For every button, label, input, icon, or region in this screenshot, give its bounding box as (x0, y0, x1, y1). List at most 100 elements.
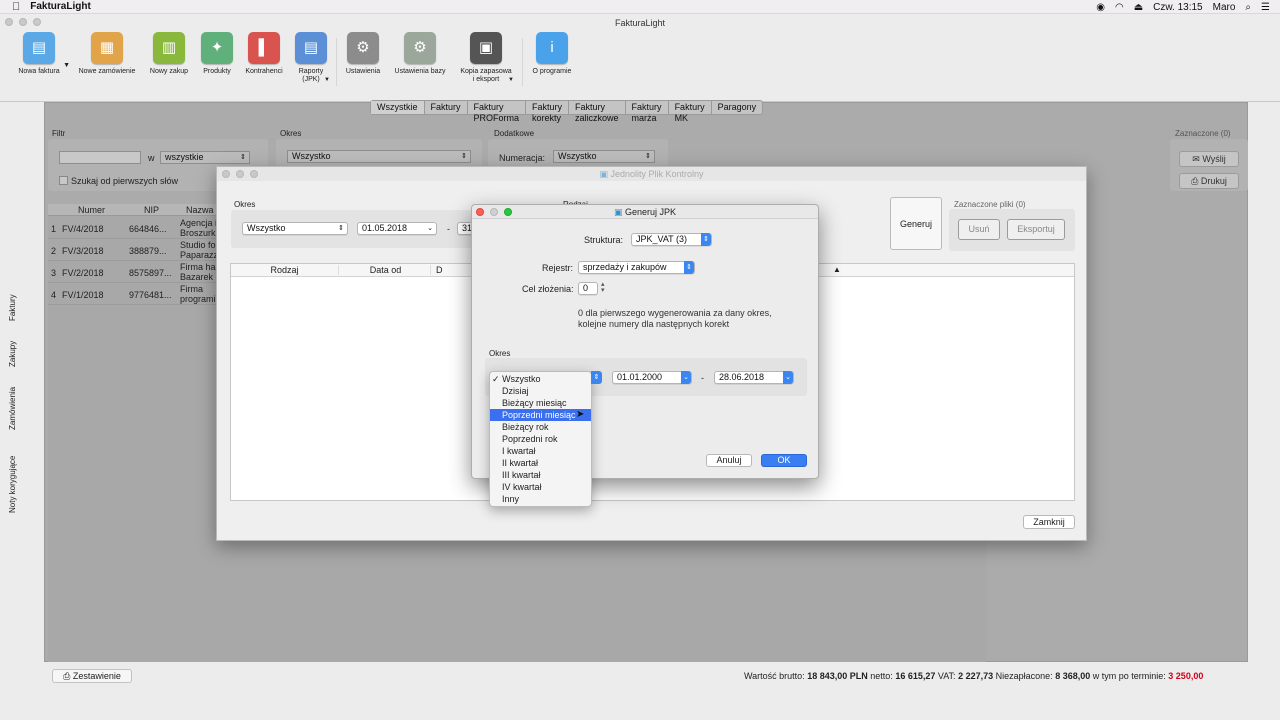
tab-marza[interactable]: Faktury marża (626, 101, 669, 123)
tab-korekty[interactable]: Faktury korekty (526, 101, 570, 123)
delete-button[interactable]: Usuń (958, 219, 1000, 240)
menu-item-today[interactable]: Dzisiaj (490, 385, 591, 397)
record-icon[interactable]: ◉ (1096, 2, 1105, 13)
toolbar-about[interactable]: i O programie (528, 32, 576, 76)
toolbar-database-settings[interactable]: ⚙ Ustawienia bazy (392, 32, 448, 76)
toolbar-new-order[interactable]: ▦ Nowe zamówienie (76, 32, 138, 76)
vat-label: VAT: (937, 671, 956, 681)
minimize-dialog-button[interactable] (490, 208, 498, 216)
col-rodzaj[interactable]: Rodzaj (231, 265, 339, 275)
app-menu[interactable]: FakturaLight (30, 1, 91, 12)
jpk-date-from[interactable]: 01.05.2018 ⌄ (357, 222, 437, 235)
tab-wszystkie[interactable]: Wszystkie (371, 101, 425, 114)
col-nip[interactable]: NIP (144, 205, 159, 215)
table-row[interactable]: 3 FV/2/2018 8575897... Firma ha Bazarek (48, 261, 218, 283)
close-button[interactable]: Zamknij (1023, 515, 1075, 529)
minimize-window-button[interactable] (236, 170, 244, 178)
updown-icon: ⇕ (701, 233, 711, 246)
toolbar-products[interactable]: ✦ Produkty (198, 32, 236, 76)
generate-button[interactable]: Generuj (890, 197, 942, 250)
menu-item-q3[interactable]: III kwartał (490, 469, 591, 481)
menu-item-q4[interactable]: IV kwartał (490, 481, 591, 493)
tab-proforma[interactable]: Faktury PROForma (468, 101, 527, 123)
print-button[interactable]: ⎙ Drukuj (1179, 173, 1239, 189)
filter-scope-select[interactable]: wszystkie ⇕ (160, 151, 250, 164)
okres-select[interactable]: Wszystko ⇕ (287, 150, 471, 163)
dodatkowe-label: Dodatkowe (494, 129, 535, 138)
menu-item-other[interactable]: Inny (490, 493, 591, 505)
close-dialog-button[interactable] (476, 208, 484, 216)
updown-icon[interactable]: ⇕ (591, 371, 602, 384)
menu-item-current-year[interactable]: Bieżący rok (490, 421, 591, 433)
send-button[interactable]: ✉ Wyślij (1179, 151, 1239, 167)
toolbar-new-purchase[interactable]: ▥ Nowy zakup (146, 32, 192, 76)
search-words-label: Szukaj od pierwszych słów (71, 176, 179, 186)
export-button[interactable]: Eksportuj (1007, 219, 1065, 240)
cel-input[interactable]: 0 (578, 282, 598, 295)
rejestr-select[interactable]: sprzedaży i zakupów ⇕ (578, 261, 695, 274)
side-tab-zamowienia[interactable]: Zamówienia (8, 380, 20, 436)
zoom-window-button[interactable] (33, 18, 41, 26)
table-row[interactable]: 4 FV/1/2018 9776481... Firma programi (48, 283, 218, 305)
jpk-okres-select[interactable]: Wszystko ⇕ (242, 222, 348, 235)
apple-menu-icon[interactable]:  (12, 1, 20, 13)
filter-input[interactable] (59, 151, 141, 164)
menu-item-q1[interactable]: I kwartał (490, 445, 591, 457)
numeracja-select[interactable]: Wszystko ⇕ (553, 150, 655, 163)
summary-button[interactable]: ⎙ Zestawienie (52, 669, 132, 683)
jpk-window-titlebar: ▣ Jednolity Plik Kontrolny (217, 167, 1086, 181)
list-icon[interactable]: ☰ (1261, 2, 1270, 13)
side-tab-zakupy[interactable]: Zakupy (8, 334, 20, 374)
close-window-button[interactable] (222, 170, 230, 178)
dropdown-arrow-icon[interactable]: ▼ (324, 76, 330, 84)
table-row[interactable]: 1 FV/4/2018 664846... Agencja i Broszurk (48, 217, 218, 239)
zoom-dialog-button[interactable] (504, 208, 512, 216)
tab-faktury[interactable]: Faktury (425, 101, 468, 114)
col-nazwa[interactable]: Nazwa (186, 205, 214, 215)
info-icon: i (536, 32, 568, 64)
menu-bar:  FakturaLight ◉ ◠ ⏏ Czw. 13:15 Maro ⌕ ☰ (0, 0, 1280, 14)
col-data-do[interactable]: D (436, 265, 443, 275)
dropdown-arrow-icon[interactable]: ▼ (508, 76, 514, 84)
toolbar-new-invoice[interactable]: ▤ Nowa faktura ▼ (14, 32, 70, 76)
search-icon[interactable]: ⌕ (1245, 2, 1251, 13)
user-name[interactable]: Maro (1213, 2, 1236, 13)
toolbar-contacts[interactable]: ▌ Kontrahenci (242, 32, 286, 76)
dropdown-arrow-icon[interactable]: ▼ (63, 62, 70, 70)
close-window-button[interactable] (5, 18, 13, 26)
new-order-icon: ▦ (91, 32, 123, 64)
search-words-checkbox[interactable] (59, 176, 68, 185)
toolbar-settings[interactable]: ⚙ Ustawienia (342, 32, 384, 76)
menu-item-current-month[interactable]: Bieżący miesiąc (490, 397, 591, 409)
ok-button[interactable]: OK (761, 454, 807, 467)
minimize-window-button[interactable] (19, 18, 27, 26)
side-tab-faktury[interactable]: Faktury (8, 288, 20, 328)
settings-icon: ⚙ (347, 32, 379, 64)
sort-up-icon[interactable]: ▲ (833, 265, 841, 274)
zoom-window-button[interactable] (250, 170, 258, 178)
updown-icon: ⇕ (240, 154, 246, 161)
dialog-date-to[interactable]: 28.06.2018 ⌄ (714, 371, 794, 384)
side-tab-noty[interactable]: Noty korygujące (8, 446, 20, 522)
cel-label: Cel złożenia: (522, 284, 574, 294)
wifi-icon[interactable]: ◠ (1115, 2, 1124, 13)
cel-stepper[interactable]: ▴ ▾ (601, 281, 605, 294)
col-numer[interactable]: Numer (78, 205, 105, 215)
toolbar-separator (336, 38, 337, 86)
dialog-date-from[interactable]: 01.01.2000 ⌄ (612, 371, 692, 384)
eject-icon[interactable]: ⏏ (1134, 2, 1143, 13)
tab-mk[interactable]: Faktury MK (669, 101, 712, 123)
menu-item-previous-year[interactable]: Poprzedni rok (490, 433, 591, 445)
table-row[interactable]: 2 FV/3/2018 388879... Studio fo Paparazz (48, 239, 218, 261)
struktura-select[interactable]: JPK_VAT (3) ⇕ (631, 233, 712, 246)
dialog-title: Generuj JPK (625, 207, 677, 217)
tab-zaliczkowe[interactable]: Faktury zaliczkowe (569, 101, 626, 123)
toolbar-reports[interactable]: ▤ Raporty (JPK) ▼ (292, 32, 330, 84)
clock[interactable]: Czw. 13:15 (1153, 2, 1202, 13)
toolbar-backup[interactable]: ▣ Kopia zapasowa i eksport ▼ (456, 32, 516, 84)
menu-item-q2[interactable]: II kwartał (490, 457, 591, 469)
tab-paragony[interactable]: Paragony (712, 101, 763, 114)
cancel-button[interactable]: Anuluj (706, 454, 752, 467)
menu-item-selected[interactable]: ✓ Wszystko (490, 373, 591, 385)
col-data-od[interactable]: Data od (341, 265, 431, 275)
